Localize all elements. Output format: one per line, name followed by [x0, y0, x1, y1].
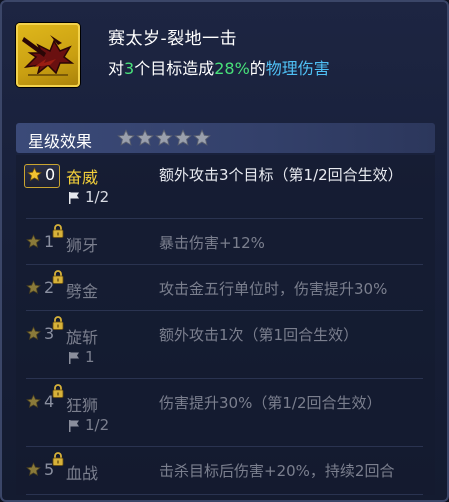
rank-number: 0: [45, 165, 56, 184]
star-icon: [117, 129, 135, 146]
row-divider: [26, 494, 423, 495]
star-icon: [174, 129, 192, 146]
star-icon: [155, 129, 173, 146]
star-rating: [117, 129, 211, 147]
desc-target-count: 3: [124, 59, 135, 78]
star-effects-list: 0 奋威 额外攻击3个目标（第1/2回合生效） 1/2 1 狮牙 暴击伤害+12% 2 劈金 攻击…: [16, 155, 435, 495]
star-icon: [193, 129, 211, 146]
flag-icon: [69, 191, 79, 204]
flag-icon: [69, 419, 79, 432]
effect-turns: 1/2: [68, 416, 109, 434]
rank-star-icon: [26, 462, 41, 476]
effect-name: 旋斩: [66, 328, 99, 347]
star-effects-title: 星级效果: [28, 132, 93, 151]
effect-description: 暴击伤害+12%: [159, 234, 265, 252]
effect-turns-text: 1/2: [85, 188, 110, 206]
star-level-row-1: 1 狮牙 暴击伤害+12%: [16, 219, 435, 265]
skill-title: 赛太岁-裂地一击: [108, 29, 238, 49]
effect-description: 攻击金五行单位时，伤害提升30%: [159, 280, 388, 298]
lock-icon: [52, 383, 64, 398]
lock-icon: [52, 451, 64, 466]
effect-description: 额外攻击1次（第1回合生效）: [159, 326, 359, 344]
effect-name: 狂狮: [66, 396, 99, 415]
rank-star-icon: [26, 394, 41, 408]
skill-icon: [16, 23, 80, 87]
lock-icon: [52, 269, 64, 284]
rank-star-icon: [26, 326, 41, 340]
desc-damage-percent: 28%: [214, 59, 250, 78]
desc-mid: 个目标造成: [134, 59, 215, 78]
effect-description: 额外攻击3个目标（第1/2回合生效）: [159, 166, 403, 184]
skill-description: 对3个目标造成28%的物理伤害: [108, 55, 330, 79]
rank-star-icon: [26, 280, 41, 294]
rank-star-icon: [26, 234, 41, 248]
star-effects-header: 星级效果: [16, 123, 435, 153]
desc-damage-type: 物理伤害: [265, 59, 330, 78]
desc-of: 的: [249, 59, 266, 78]
effect-name: 血战: [66, 464, 99, 483]
rank-star-icon: [27, 167, 42, 181]
flag-icon: [69, 351, 79, 364]
star-level-row-5: 5 血战 击杀目标后伤害+20%，持续2回合: [16, 447, 435, 495]
lock-icon: [52, 315, 64, 330]
effect-turns: 1/2: [68, 188, 109, 206]
effect-name: 狮牙: [66, 236, 99, 255]
star-level-row-0: 0 奋威 额外攻击3个目标（第1/2回合生效） 1/2: [16, 155, 435, 219]
desc-prefix: 对: [108, 59, 125, 78]
effect-description: 击杀目标后伤害+20%，持续2回合: [159, 462, 395, 480]
star-icon: [136, 129, 154, 146]
effect-description: 伤害提升30%（第1/2回合生效）: [159, 394, 382, 412]
rank-badge: 0: [24, 164, 60, 188]
star-level-row-4: 4 狂狮 伤害提升30%（第1/2回合生效） 1/2: [16, 379, 435, 447]
star-level-row-3: 3 旋斩 额外攻击1次（第1回合生效） 1: [16, 311, 435, 379]
effect-turns: 1: [68, 348, 95, 366]
skill-tooltip-panel: 赛太岁-裂地一击 对3个目标造成28%的物理伤害 星级效果 0 奋威 额外攻击3个目…: [0, 0, 449, 502]
effect-name: 奋威: [66, 168, 99, 187]
lock-icon: [52, 223, 64, 238]
effect-name: 劈金: [66, 282, 99, 301]
effect-turns-text: 1: [85, 348, 95, 366]
effect-turns-text: 1/2: [85, 416, 110, 434]
star-level-row-2: 2 劈金 攻击金五行单位时，伤害提升30%: [16, 265, 435, 311]
